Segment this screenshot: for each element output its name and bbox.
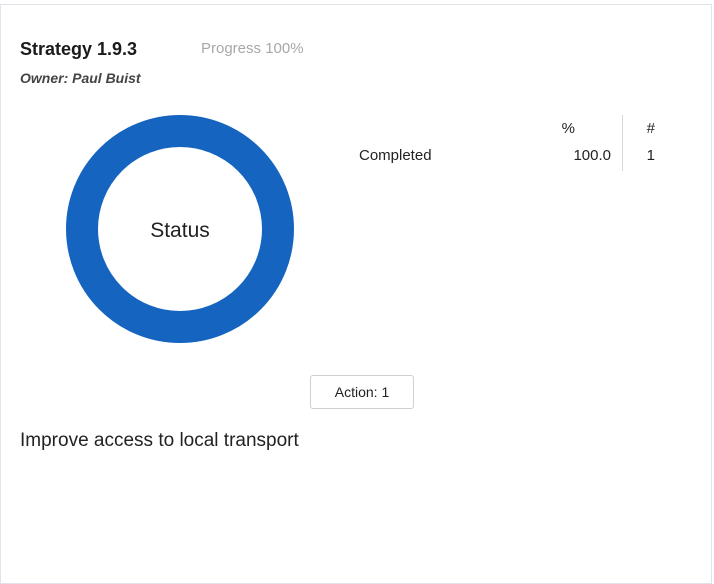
progress-label: Progress 100%: [201, 40, 304, 57]
row-label: Completed: [359, 147, 432, 164]
donut-center-label: Status: [150, 219, 210, 242]
action-count-button[interactable]: Action: 1: [310, 375, 414, 409]
strategy-title: Strategy 1.9.3: [20, 39, 138, 59]
strategy-card: Strategy 1.9.3 Progress 100% Owner: Paul…: [0, 4, 712, 584]
row-percent: 100.0: [573, 147, 611, 164]
table-header-row: % #: [357, 115, 667, 143]
strategy-description: Improve access to local transport: [20, 430, 299, 451]
status-donut-chart: Status: [66, 115, 294, 343]
row-count: 1: [646, 147, 655, 164]
header-count: #: [646, 120, 655, 137]
table-row: Completed 100.0 1: [357, 143, 667, 171]
card-header: Strategy 1.9.3: [20, 39, 137, 60]
status-table: % # Completed 100.0 1: [357, 115, 667, 171]
owner-label: Owner: Paul Buist: [20, 70, 141, 86]
header-percent: %: [561, 120, 575, 137]
